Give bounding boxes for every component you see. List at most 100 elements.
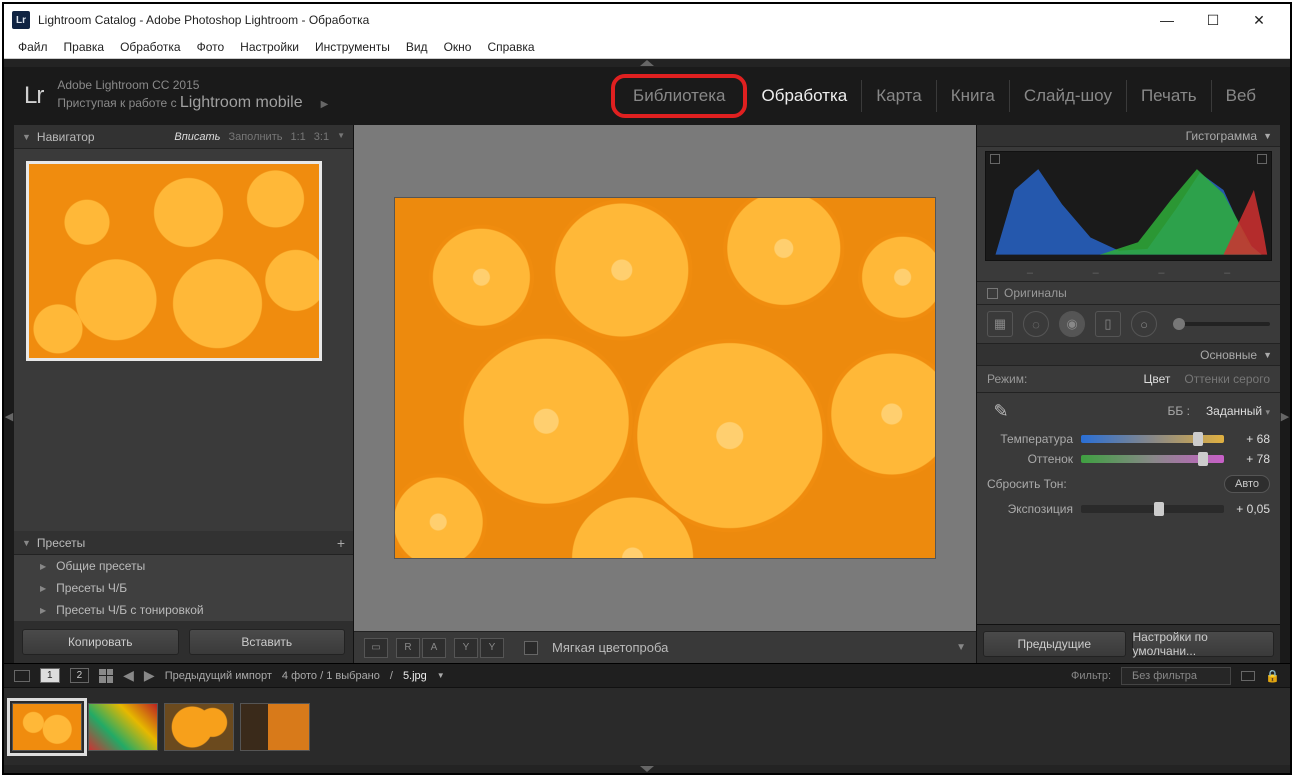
- compare-y1-icon[interactable]: Y: [454, 638, 478, 658]
- gradient-tool-icon[interactable]: ▯: [1095, 311, 1121, 337]
- right-panel-toggle[interactable]: ▶: [1280, 396, 1290, 436]
- nav-next-icon[interactable]: ▶: [144, 667, 155, 684]
- menu-settings[interactable]: Настройки: [234, 38, 305, 56]
- zoom-ratio[interactable]: 3:1: [314, 131, 329, 143]
- tint-slider[interactable]: [1081, 455, 1224, 463]
- module-slideshow[interactable]: Слайд-шоу: [1010, 80, 1127, 112]
- source-label[interactable]: Предыдущий импорт: [165, 670, 272, 682]
- top-panel-toggle[interactable]: [4, 59, 1290, 67]
- menu-help[interactable]: Справка: [481, 38, 540, 56]
- grid-view-icon[interactable]: [99, 669, 113, 683]
- paste-settings-button[interactable]: Вставить: [189, 629, 346, 655]
- monitor-icon[interactable]: [14, 670, 30, 682]
- left-panel: ▼ Навигатор Вписать Заполнить 1:1 3:1 ▼ …: [14, 125, 354, 663]
- wb-label: ББ :: [1168, 404, 1190, 418]
- module-library[interactable]: Библиотека: [611, 74, 747, 118]
- preset-folder[interactable]: Пресеты Ч/Б с тонировкой: [14, 599, 353, 621]
- filter-switch-icon[interactable]: [1241, 671, 1255, 681]
- histogram-header[interactable]: Гистограмма ▼: [977, 125, 1280, 147]
- zoom-fill[interactable]: Заполнить: [228, 131, 282, 143]
- filmstrip-thumb[interactable]: [164, 703, 234, 751]
- maximize-button[interactable]: ☐: [1190, 5, 1236, 35]
- previous-button[interactable]: Предыдущие: [983, 631, 1126, 657]
- histogram[interactable]: [985, 151, 1272, 261]
- mobile-link[interactable]: Lightroom mobile: [180, 94, 303, 111]
- chevron-down-icon[interactable]: ▼: [437, 671, 445, 680]
- add-preset-icon[interactable]: +: [337, 535, 345, 551]
- zoom-fit[interactable]: Вписать: [174, 131, 220, 143]
- loupe-view-icon[interactable]: ▭: [364, 638, 388, 658]
- temp-value[interactable]: + 68: [1232, 432, 1270, 446]
- treatment-bw[interactable]: Оттенки серого: [1184, 372, 1270, 386]
- filmstrip-thumb[interactable]: [88, 703, 158, 751]
- preset-folder[interactable]: Пресеты Ч/Б: [14, 577, 353, 599]
- wb-dropdown[interactable]: Заданный ▾: [1206, 404, 1270, 418]
- radial-tool-icon[interactable]: ○: [1131, 311, 1157, 337]
- treatment-color[interactable]: Цвет: [1144, 372, 1171, 386]
- redeye-tool-icon[interactable]: ◉: [1059, 311, 1085, 337]
- window-titlebar: Lr Lightroom Catalog - Adobe Photoshop L…: [4, 4, 1290, 36]
- checkbox-icon[interactable]: [987, 288, 998, 299]
- before-after-r-icon[interactable]: R: [396, 638, 420, 658]
- menu-view[interactable]: Вид: [400, 38, 434, 56]
- exposure-slider[interactable]: [1081, 505, 1224, 513]
- toolbar-chevron-icon[interactable]: ▼: [956, 642, 966, 653]
- menu-edit[interactable]: Правка: [58, 38, 111, 56]
- reset-button[interactable]: Настройки по умолчани...: [1132, 631, 1275, 657]
- eyedropper-icon[interactable]: ✎: [987, 397, 1015, 425]
- crop-tool-icon[interactable]: ▦: [987, 311, 1013, 337]
- left-panel-toggle[interactable]: ◀: [4, 396, 14, 436]
- before-after-a-icon[interactable]: A: [422, 638, 446, 658]
- collapse-icon: ▼: [1263, 350, 1272, 360]
- close-button[interactable]: ✕: [1236, 5, 1282, 35]
- exposure-value[interactable]: + 0,05: [1232, 502, 1270, 516]
- module-map[interactable]: Карта: [862, 80, 937, 112]
- filmstrip-thumb[interactable]: [240, 703, 310, 751]
- filmstrip-thumb[interactable]: [12, 703, 82, 751]
- tone-reset-label[interactable]: Сбросить Тон:: [987, 477, 1067, 491]
- brush-size-slider[interactable]: [1173, 322, 1270, 326]
- compare-y2-icon[interactable]: Y: [480, 638, 504, 658]
- window-2-button[interactable]: 2: [70, 668, 90, 683]
- zoom-1to1[interactable]: 1:1: [290, 131, 305, 143]
- preset-folder[interactable]: Общие пресеты: [14, 555, 353, 577]
- navigator-header[interactable]: ▼ Навигатор Вписать Заполнить 1:1 3:1 ▼: [14, 125, 353, 149]
- menu-tools[interactable]: Инструменты: [309, 38, 396, 56]
- bottom-panel-toggle[interactable]: [4, 765, 1290, 773]
- module-web[interactable]: Веб: [1212, 80, 1270, 112]
- module-develop[interactable]: Обработка: [747, 80, 862, 112]
- navigator-preview[interactable]: [14, 149, 353, 373]
- window-1-button[interactable]: 1: [40, 668, 60, 683]
- temp-label: Температура: [987, 432, 1073, 446]
- exposure-label: Экспозиция: [987, 502, 1073, 516]
- zoom-chevron-icon[interactable]: ▼: [337, 131, 345, 143]
- menu-file[interactable]: Файл: [12, 38, 54, 56]
- spot-tool-icon[interactable]: ◌: [1023, 311, 1049, 337]
- chevron-right-icon: ▶: [321, 99, 329, 110]
- module-book[interactable]: Книга: [937, 80, 1010, 112]
- copy-settings-button[interactable]: Копировать: [22, 629, 179, 655]
- lock-icon[interactable]: 🔒: [1265, 669, 1280, 683]
- menu-window[interactable]: Окно: [438, 38, 478, 56]
- identity-plate[interactable]: Adobe Lightroom CC 2015 Приступая к рабо…: [57, 78, 328, 114]
- nav-prev-icon[interactable]: ◀: [123, 667, 134, 684]
- menu-develop[interactable]: Обработка: [114, 38, 187, 56]
- module-print[interactable]: Печать: [1127, 80, 1212, 112]
- minimize-button[interactable]: —: [1144, 5, 1190, 35]
- mobile-prefix: Приступая к работе с: [57, 96, 180, 110]
- collapse-icon: ▼: [1263, 131, 1272, 141]
- main-image[interactable]: [395, 198, 935, 558]
- collapse-icon: ▼: [22, 538, 31, 548]
- window-title: Lightroom Catalog - Adobe Photoshop Ligh…: [38, 13, 1144, 27]
- tint-value[interactable]: + 78: [1232, 452, 1270, 466]
- filter-dropdown[interactable]: Без фильтра: [1121, 667, 1231, 685]
- menu-photo[interactable]: Фото: [191, 38, 231, 56]
- auto-tone-button[interactable]: Авто: [1224, 475, 1270, 493]
- originals-row[interactable]: Оригиналы: [977, 281, 1280, 305]
- basic-panel-header[interactable]: Основные ▼: [977, 344, 1280, 366]
- temp-slider[interactable]: [1081, 435, 1224, 443]
- basic-title: Основные: [1200, 348, 1257, 362]
- softproof-checkbox[interactable]: [524, 641, 538, 655]
- presets-header[interactable]: ▼ Пресеты +: [14, 531, 353, 555]
- filmstrip[interactable]: [4, 687, 1290, 765]
